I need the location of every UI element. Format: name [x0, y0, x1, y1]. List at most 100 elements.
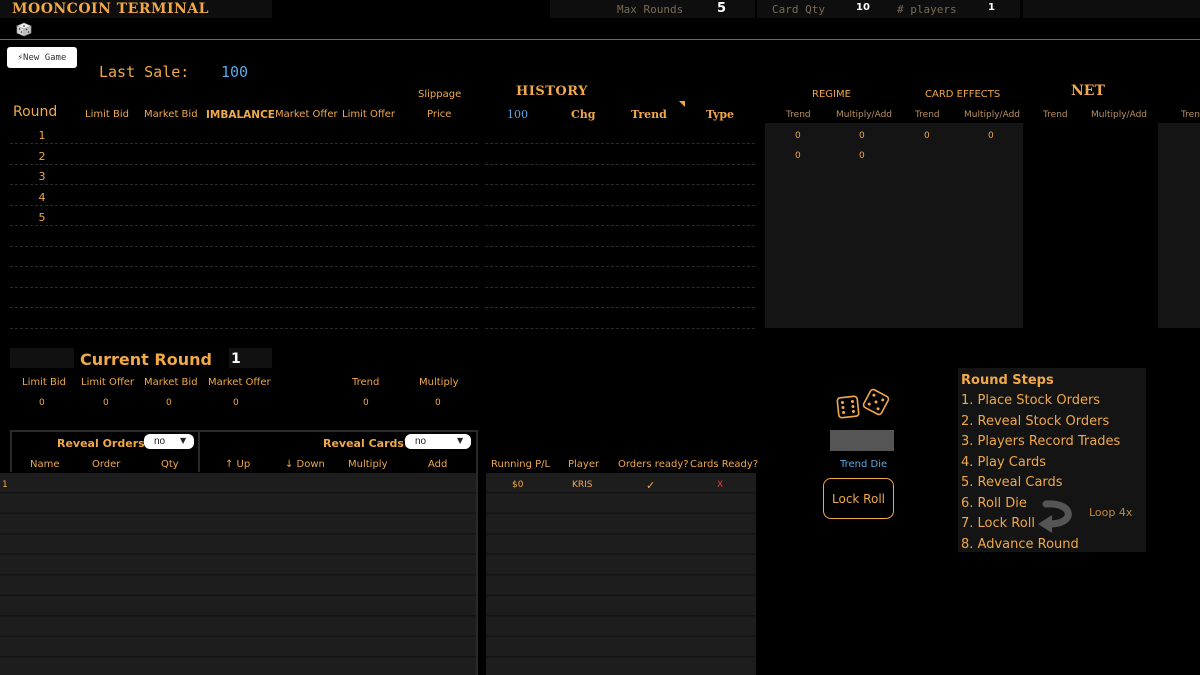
- net-multiply-header: Multiply/Add: [1091, 110, 1147, 120]
- topbar-filler: [1023, 0, 1200, 18]
- history-col-100: 100: [507, 108, 528, 121]
- row-divider: [485, 205, 755, 206]
- regime-value: 0: [795, 131, 801, 141]
- history-col-trend: Trend: [631, 108, 667, 121]
- round-step: 5. Reveal Cards: [961, 475, 1063, 490]
- header-divider: [0, 39, 1200, 40]
- cards-col-add: Add: [428, 459, 448, 470]
- row-divider: [10, 205, 478, 206]
- reveal-orders-label: Reveal Orders?: [57, 437, 152, 450]
- card-qty-value[interactable]: 10: [856, 2, 870, 13]
- row-divider: [10, 328, 478, 329]
- row-divider: [10, 287, 478, 288]
- net-panel: [1158, 123, 1200, 328]
- dice-icon[interactable]: [15, 21, 33, 37]
- row-divider: [10, 184, 478, 185]
- comment-marker-icon: [679, 101, 685, 107]
- row-divider: [485, 143, 755, 144]
- orders-panel-left-border: [10, 430, 12, 472]
- cr-multiply-header: Multiply: [419, 377, 459, 388]
- net-title: NET: [1071, 83, 1105, 99]
- row-divider: [10, 225, 478, 226]
- card-trend-header: Trend: [915, 110, 940, 120]
- orders-col-name: Name: [30, 459, 60, 470]
- row-divider: [10, 143, 478, 144]
- slippage-label: Slippage: [418, 89, 462, 100]
- lock-roll-button[interactable]: Lock Roll: [823, 478, 894, 519]
- orders-col-order: Order: [92, 459, 121, 470]
- round-step: 7. Lock Roll: [961, 516, 1035, 531]
- regime-value: 0: [795, 151, 801, 161]
- round-step: 4. Play Cards: [961, 455, 1046, 470]
- history-title: HISTORY: [516, 84, 588, 99]
- regime-title: REGIME: [812, 89, 851, 100]
- loop-arrow-icon: [1036, 498, 1076, 534]
- orders-panel-right-border: [476, 430, 478, 675]
- trend-die-label: Trend Die: [840, 459, 888, 470]
- orders-panel-divider: [198, 430, 200, 472]
- col-market-bid: Market Bid: [144, 109, 198, 120]
- regime-value: 0: [859, 151, 865, 161]
- row-divider: [10, 266, 478, 267]
- reveal-orders-select[interactable]: no: [144, 434, 194, 449]
- orders-rows[interactable]: [0, 473, 476, 675]
- card-effects-title: CARD EFFECTS: [925, 89, 1001, 100]
- cards-ready-x-icon[interactable]: X: [717, 480, 723, 490]
- orders-col-qty: Qty: [161, 459, 179, 470]
- col-imbalance: IMBALANCE: [206, 109, 275, 121]
- round-number: 3: [38, 170, 46, 183]
- players-value[interactable]: 1: [988, 2, 995, 13]
- history-col-type: Type: [706, 108, 735, 121]
- trend-die-display: [830, 430, 894, 451]
- players-col-player: Player: [568, 459, 600, 470]
- players-col-cards-ready: Cards Ready?: [690, 459, 759, 470]
- row-divider: [10, 164, 478, 165]
- cr-market-bid-value: 0: [166, 398, 172, 408]
- round-step: 3. Players Record Trades: [961, 434, 1121, 449]
- regime-multiply-header: Multiply/Add: [836, 110, 892, 120]
- regime-value: 0: [859, 131, 865, 141]
- cr-limit-bid-header: Limit Bid: [22, 377, 66, 388]
- orders-panel-top-border: [10, 430, 478, 432]
- app-title: MOONCOIN TERMINAL: [12, 1, 210, 17]
- card-multiply-header: Multiply/Add: [964, 110, 1020, 120]
- max-rounds-label: Max Rounds: [617, 3, 684, 16]
- round-steps-title: Round Steps: [961, 373, 1054, 388]
- round-steps-panel: Round Steps 1. Place Stock Orders 2. Rev…: [958, 368, 1146, 552]
- round-header: Round: [13, 104, 58, 120]
- players-col-orders-ready: Orders ready?: [618, 459, 689, 470]
- reveal-cards-select[interactable]: no: [405, 434, 471, 449]
- max-rounds-value[interactable]: 5: [717, 1, 726, 16]
- regime-trend-header: Trend: [786, 110, 811, 120]
- history-col-chg: Chg: [571, 108, 596, 121]
- reveal-cards-label: Reveal Cards?: [323, 437, 411, 450]
- players-col-pl: Running P/L: [491, 459, 551, 470]
- row-divider: [485, 287, 755, 288]
- col-limit-bid: Limit Bid: [85, 109, 129, 120]
- cr-limit-bid-value: 0: [39, 398, 45, 408]
- players-label: # players: [897, 3, 957, 16]
- net-trend-header-2: Tren: [1181, 110, 1200, 120]
- orders-ready-check-icon[interactable]: ✓: [646, 479, 655, 492]
- regime-panel: [765, 123, 1023, 328]
- cr-market-bid-header: Market Bid: [144, 377, 198, 388]
- row-divider: [485, 266, 755, 267]
- current-round-value: 1: [231, 351, 241, 367]
- cards-col-multiply: Multiply: [348, 459, 388, 470]
- last-sale-label: Last Sale:: [99, 63, 190, 81]
- player-name: KRIS: [572, 480, 593, 490]
- current-round-label: Current Round: [80, 350, 212, 369]
- net-trend-header: Trend: [1043, 110, 1068, 120]
- col-market-offer: Market Offer: [275, 109, 338, 120]
- new-game-button[interactable]: ⚡New Game: [7, 47, 77, 68]
- players-rows[interactable]: [486, 473, 756, 675]
- cards-col-down: ↓ Down: [285, 459, 325, 470]
- row-divider: [10, 307, 478, 308]
- regime-value: 0: [924, 131, 930, 141]
- row-divider: [485, 328, 755, 329]
- round-step: 1. Place Stock Orders: [961, 393, 1101, 408]
- cr-market-offer-value: 0: [233, 398, 239, 408]
- dice-pair-icon: [835, 388, 891, 420]
- price-label: Price: [427, 109, 452, 120]
- row-divider: [485, 307, 755, 308]
